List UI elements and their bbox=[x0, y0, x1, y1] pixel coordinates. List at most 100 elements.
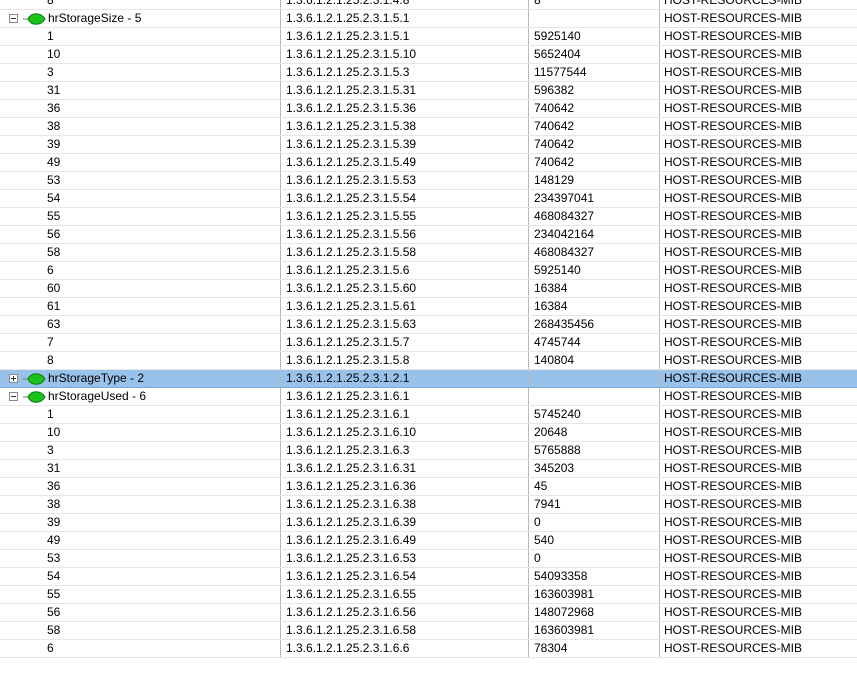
oid-cell: 1.3.6.1.2.1.25.2.3.1.5.10 bbox=[281, 46, 529, 63]
table-row[interactable]: 38 1.3.6.1.2.1.25.2.3.1.5.38 740642 HOST-RE… bbox=[0, 118, 857, 136]
table-row[interactable]: 58 1.3.6.1.2.1.25.2.3.1.5.58 468084327 HOST… bbox=[0, 244, 857, 262]
table-row[interactable]: 58 1.3.6.1.2.1.25.2.3.1.6.58 163603981 HOST… bbox=[0, 622, 857, 640]
node-name: 39 bbox=[47, 137, 61, 151]
node-name: 39 bbox=[47, 515, 61, 529]
value-cell: 54093358 bbox=[529, 568, 660, 585]
mib-cell: HOST-RESOURCES-MIB bbox=[664, 389, 803, 403]
oid-cell: 1.3.6.1.2.1.25.2.3.1.5.61 bbox=[281, 298, 529, 315]
oid-cell: 1.3.6.1.2.1.25.2.3.1.5.3 bbox=[281, 64, 529, 81]
table-row[interactable]: 3 1.3.6.1.2.1.25.2.3.1.5.3 11577544 HOST-RE… bbox=[0, 64, 857, 82]
table-row[interactable]: 54 1.3.6.1.2.1.25.2.3.1.6.54 54093358 HOST-… bbox=[0, 568, 857, 586]
value-cell: 345203 bbox=[529, 460, 660, 477]
oid-cell: 1.3.6.1.2.1.25.2.3.1.5.39 bbox=[281, 136, 529, 153]
table-row[interactable]: 53 1.3.6.1.2.1.25.2.3.1.6.53 0 HOST-RESOURC… bbox=[0, 550, 857, 568]
name-cell: 54 bbox=[0, 190, 281, 207]
node-name: 63 bbox=[47, 317, 61, 331]
mib-cell: HOST-RESOURCES-MIB bbox=[664, 353, 803, 367]
oid-cell: 1.3.6.1.2.1.25.2.3.1.5.36 bbox=[281, 100, 529, 117]
mib-cell: HOST-RESOURCES-MIB bbox=[664, 11, 803, 25]
name-cell: 63 bbox=[0, 316, 281, 333]
table-row[interactable]: 31 1.3.6.1.2.1.25.2.3.1.5.31 596382 HOST-RE… bbox=[0, 82, 857, 100]
table-row[interactable]: 39 1.3.6.1.2.1.25.2.3.1.5.39 740642 HOST-RE… bbox=[0, 136, 857, 154]
table-row[interactable]: 63 1.3.6.1.2.1.25.2.3.1.5.63 268435456 HOST… bbox=[0, 316, 857, 334]
oid-cell: 1.3.6.1.2.1.25.2.3.1.5.1 bbox=[281, 10, 529, 27]
value-cell: 16384 bbox=[529, 298, 660, 315]
table-row[interactable]: 36 1.3.6.1.2.1.25.2.3.1.6.36 45 HOST-RESOUR… bbox=[0, 478, 857, 496]
node-name: hrStorageType - 2 bbox=[48, 371, 145, 385]
oid-cell: 1.3.6.1.2.1.25.2.3.1.5.58 bbox=[281, 244, 529, 261]
name-cell: 31 bbox=[0, 460, 281, 477]
table-row[interactable]: 8 1.3.6.1.2.1.25.2.3.1.5.8 140804 HOST-RESO… bbox=[0, 352, 857, 370]
table-row[interactable]: 10 1.3.6.1.2.1.25.2.3.1.6.10 20648 HOST-RES… bbox=[0, 424, 857, 442]
node-name: 3 bbox=[47, 65, 54, 79]
table-row[interactable]: 6 1.3.6.1.2.1.25.2.3.1.6.6 78304 HOST-RESOU… bbox=[0, 640, 857, 658]
table-row[interactable]: 56 1.3.6.1.2.1.25.2.3.1.5.56 234042164 HOST… bbox=[0, 226, 857, 244]
name-cell: 1 bbox=[0, 406, 281, 423]
table-row[interactable]: 39 1.3.6.1.2.1.25.2.3.1.6.39 0 HOST-RESOURC… bbox=[0, 514, 857, 532]
table-row[interactable]: 38 1.3.6.1.2.1.25.2.3.1.6.38 7941 HOST-RESO… bbox=[0, 496, 857, 514]
oid-cell: 1.3.6.1.2.1.25.2.3.1.6.55 bbox=[281, 586, 529, 603]
group-row[interactable]: hrStorageType - 2 1.3.6.1.2.1.25.2.3.1.2.… bbox=[0, 370, 857, 388]
collapse-icon[interactable] bbox=[9, 14, 18, 23]
table-row[interactable]: 54 1.3.6.1.2.1.25.2.3.1.5.54 234397041 HOST… bbox=[0, 190, 857, 208]
table-row[interactable]: 60 1.3.6.1.2.1.25.2.3.1.5.60 16384 HOST-RES… bbox=[0, 280, 857, 298]
name-cell: 8 bbox=[0, 0, 281, 9]
mib-cell: HOST-RESOURCES-MIB bbox=[664, 641, 803, 655]
name-cell: 3 bbox=[0, 64, 281, 81]
name-cell: hrStorageUsed - 6 bbox=[0, 388, 281, 405]
table-row[interactable]: 1 1.3.6.1.2.1.25.2.3.1.6.1 5745240 HOST-RES… bbox=[0, 406, 857, 424]
oid-cell: 1.3.6.1.2.1.25.2.3.1.6.10 bbox=[281, 424, 529, 441]
name-cell: 60 bbox=[0, 280, 281, 297]
name-cell: hrStorageSize - 5 bbox=[0, 10, 281, 27]
value-cell: 740642 bbox=[529, 100, 660, 117]
node-name: 8 bbox=[47, 353, 54, 367]
oid-cell: 1.3.6.1.2.1.25.2.3.1.5.55 bbox=[281, 208, 529, 225]
node-name: 55 bbox=[47, 209, 61, 223]
value-cell: 20648 bbox=[529, 424, 660, 441]
expand-icon[interactable] bbox=[9, 374, 18, 383]
node-name: 1 bbox=[47, 29, 54, 43]
name-cell: 36 bbox=[0, 100, 281, 117]
table-row[interactable]: 3 1.3.6.1.2.1.25.2.3.1.6.3 5765888 HOST-RES… bbox=[0, 442, 857, 460]
table-row[interactable]: 7 1.3.6.1.2.1.25.2.3.1.5.7 4745744 HOST-RES… bbox=[0, 334, 857, 352]
oid-cell: 1.3.6.1.2.1.25.2.3.1.6.49 bbox=[281, 532, 529, 549]
value-cell: 78304 bbox=[529, 640, 660, 657]
table-row[interactable]: 61 1.3.6.1.2.1.25.2.3.1.5.61 16384 HOST-RES… bbox=[0, 298, 857, 316]
table-row[interactable]: 1 1.3.6.1.2.1.25.2.3.1.5.1 5925140 HOST-RES… bbox=[0, 28, 857, 46]
table-row[interactable]: 55 1.3.6.1.2.1.25.2.3.1.6.55 163603981 HOST… bbox=[0, 586, 857, 604]
name-cell: 54 bbox=[0, 568, 281, 585]
table-row[interactable]: 10 1.3.6.1.2.1.25.2.3.1.5.10 5652404 HOST-R… bbox=[0, 46, 857, 64]
table-row[interactable]: 8 1.3.6.1.2.1.25.2.3.1.4.8 8 HOST-RESOURCES… bbox=[0, 0, 857, 10]
group-row[interactable]: hrStorageUsed - 6 1.3.6.1.2.1.25.2.3.1.6.… bbox=[0, 388, 857, 406]
value-cell: 5745240 bbox=[529, 406, 660, 423]
name-cell: 39 bbox=[0, 136, 281, 153]
mib-cell: HOST-RESOURCES-MIB bbox=[664, 551, 803, 565]
mib-cell: HOST-RESOURCES-MIB bbox=[664, 407, 803, 421]
mib-leaf-icon bbox=[23, 391, 46, 403]
table-row[interactable]: 31 1.3.6.1.2.1.25.2.3.1.6.31 345203 HOST-RE… bbox=[0, 460, 857, 478]
collapse-icon[interactable] bbox=[9, 392, 18, 401]
name-cell: 49 bbox=[0, 154, 281, 171]
group-row[interactable]: hrStorageSize - 5 1.3.6.1.2.1.25.2.3.1.5.… bbox=[0, 10, 857, 28]
value-cell: 5765888 bbox=[529, 442, 660, 459]
node-name: 55 bbox=[47, 587, 61, 601]
oid-cell: 1.3.6.1.2.1.25.2.3.1.5.60 bbox=[281, 280, 529, 297]
table-row[interactable]: 36 1.3.6.1.2.1.25.2.3.1.5.36 740642 HOST-RE… bbox=[0, 100, 857, 118]
oid-cell: 1.3.6.1.2.1.25.2.3.1.5.1 bbox=[281, 28, 529, 45]
value-cell: 0 bbox=[529, 550, 660, 567]
mib-cell: HOST-RESOURCES-MIB bbox=[664, 227, 803, 241]
name-cell: 10 bbox=[0, 424, 281, 441]
table-row[interactable]: 6 1.3.6.1.2.1.25.2.3.1.5.6 5925140 HOST-RES… bbox=[0, 262, 857, 280]
oid-cell: 1.3.6.1.2.1.25.2.3.1.6.53 bbox=[281, 550, 529, 567]
mib-leaf-icon bbox=[23, 13, 46, 25]
value-cell: 5925140 bbox=[529, 28, 660, 45]
table-row[interactable]: 53 1.3.6.1.2.1.25.2.3.1.5.53 148129 HOST-RE… bbox=[0, 172, 857, 190]
table-row[interactable]: 55 1.3.6.1.2.1.25.2.3.1.5.55 468084327 HOST… bbox=[0, 208, 857, 226]
node-name: 49 bbox=[47, 155, 61, 169]
table-row[interactable]: 49 1.3.6.1.2.1.25.2.3.1.6.49 540 HOST-RESOU… bbox=[0, 532, 857, 550]
name-cell: 38 bbox=[0, 118, 281, 135]
oid-cell: 1.3.6.1.2.1.25.2.3.1.5.6 bbox=[281, 262, 529, 279]
table-row[interactable]: 49 1.3.6.1.2.1.25.2.3.1.5.49 740642 HOST-RE… bbox=[0, 154, 857, 172]
value-cell: 540 bbox=[529, 532, 660, 549]
table-row[interactable]: 56 1.3.6.1.2.1.25.2.3.1.6.56 148072968 HOST… bbox=[0, 604, 857, 622]
